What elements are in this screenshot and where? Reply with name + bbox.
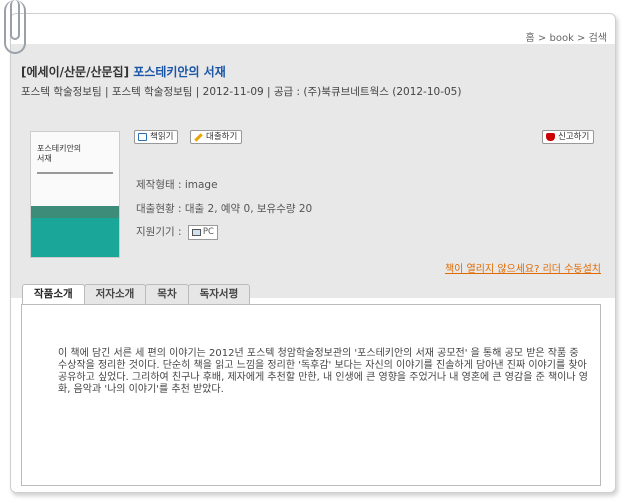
pencil-icon <box>194 132 203 142</box>
tab-introduction[interactable]: 작품소개 <box>22 284 85 305</box>
breadcrumb: 홈 > book > 검색 <box>525 33 607 44</box>
paperclip-icon <box>4 0 26 54</box>
book-title-text[interactable]: 포스테키안의 서재 <box>133 65 226 79</box>
book-cover-image[interactable]: 포스테키안의 서재 <box>30 131 120 258</box>
cover-band <box>31 218 119 257</box>
borrow-button[interactable]: 대출하기 <box>190 130 243 144</box>
format-field: 제작형태 : image <box>136 179 218 191</box>
reader-install-link[interactable]: 책이 열리지 않으세요? 리더 수동설치 <box>445 260 601 275</box>
monitor-icon <box>191 228 201 236</box>
tab-content-panel: 이 책에 담긴 서른 세 편의 이야기는 2012년 포스텍 청암학술정보관의 … <box>21 304 601 486</box>
book-title: [에세이/산문/산문집] 포스테키안의 서재 <box>21 63 226 80</box>
book-meta: 포스텍 학술정보팀 | 포스텍 학술정보팀 | 2012-11-09 | 공급 … <box>21 86 462 98</box>
book-description: 이 책에 담긴 서른 세 편의 이야기는 2012년 포스텍 청암학술정보관의 … <box>58 348 588 395</box>
supported-devices-field: 지원기기 : PC <box>136 224 218 240</box>
alert-icon <box>546 133 555 141</box>
tab-reviews[interactable]: 독자서평 <box>187 284 251 304</box>
report-button[interactable]: 신고하기 <box>542 130 595 144</box>
tab-contents[interactable]: 목차 <box>145 284 189 304</box>
loan-status-field: 대출현황 : 대출 2, 예약 0, 보유수량 20 <box>136 203 313 215</box>
book-detail-card: 홈 > book > 검색 [에세이/산문/산문집] 포스테키안의 서재 포스텍… <box>10 13 616 493</box>
book-category: [에세이/산문/산문집] <box>21 65 130 79</box>
book-icon <box>138 133 147 141</box>
cover-subtitle-line <box>37 172 113 174</box>
device-tag-pc: PC <box>187 224 218 240</box>
cover-title: 포스테키안의 서재 <box>37 144 82 163</box>
tab-author[interactable]: 저자소개 <box>83 284 147 304</box>
cover-band <box>31 206 119 218</box>
read-book-button[interactable]: 책읽기 <box>134 130 179 144</box>
detail-tabs: 작품소개 저자소개 목차 독자서평 <box>22 284 251 305</box>
